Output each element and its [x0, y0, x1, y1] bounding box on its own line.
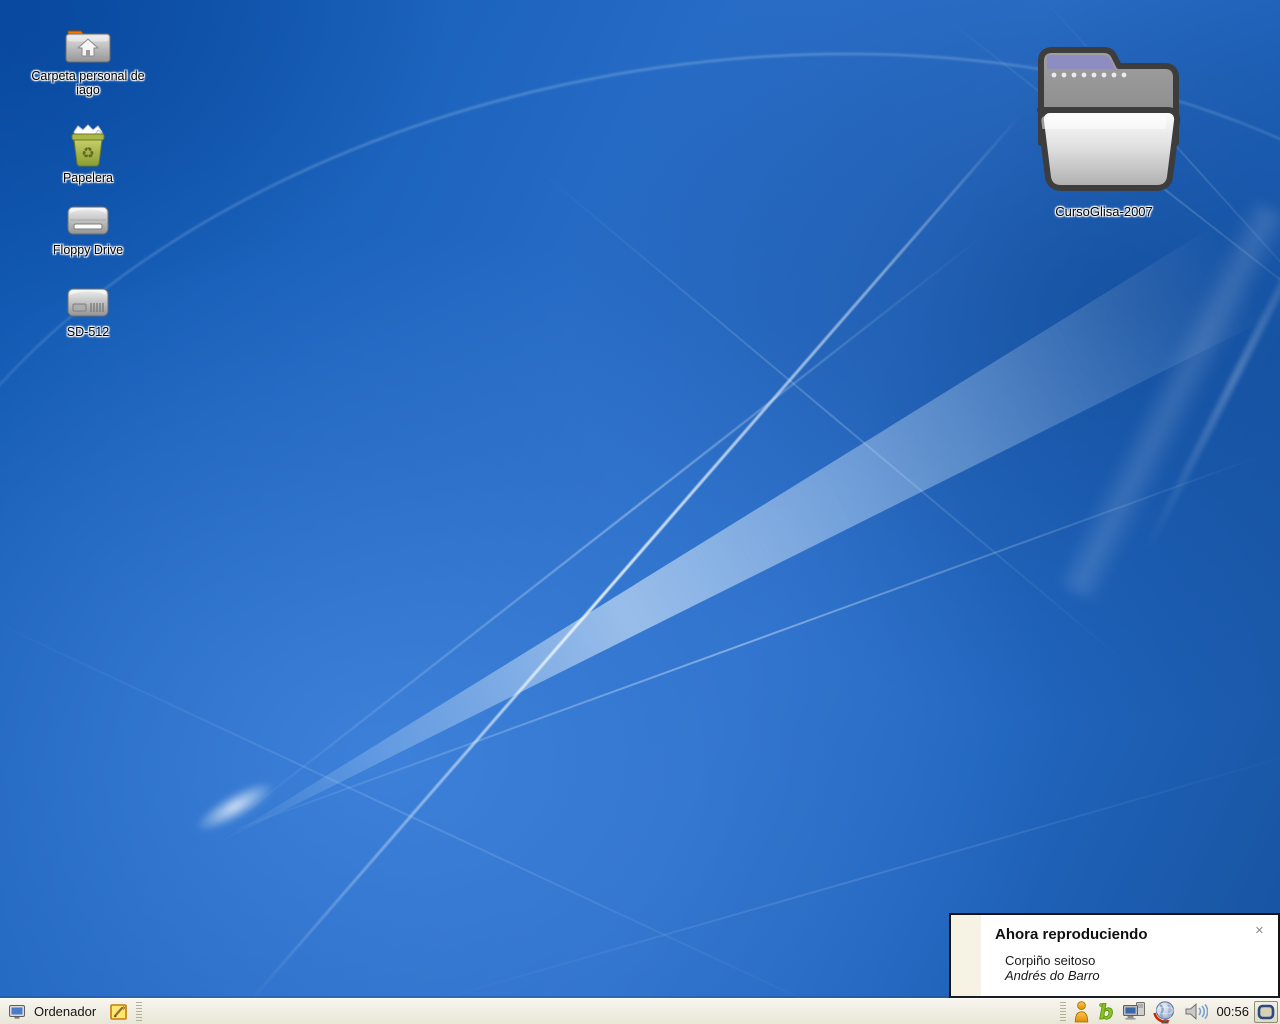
volume-icon	[1184, 1002, 1208, 1021]
wallpaper-streak	[247, 112, 1023, 1005]
floppy-drive-icon	[64, 200, 112, 240]
computer-menu-button[interactable]: Ordenador	[0, 999, 106, 1024]
open-folder-icon	[1018, 40, 1190, 202]
wallpaper-streak	[215, 231, 988, 836]
desktop-icon-label: Floppy Drive	[53, 243, 123, 257]
desktop-icon-hard-drive[interactable]: SD-512	[18, 282, 158, 339]
beagle-search-tray-button[interactable]: b	[1093, 999, 1119, 1024]
globe-updater-tray-button[interactable]	[1149, 999, 1181, 1024]
network-computers-icon	[1122, 1001, 1146, 1022]
globe-updater-icon	[1152, 1000, 1178, 1024]
desktop-icon-trash[interactable]: ♻ Papelera	[18, 120, 158, 185]
computer-icon	[8, 1004, 27, 1020]
network-computers-tray-button[interactable]	[1119, 999, 1149, 1024]
desktop-icon-label: CursoGlisa-2007	[1055, 205, 1153, 220]
svg-text:♻: ♻	[81, 144, 94, 162]
user-presence-icon	[1073, 1001, 1090, 1023]
taskbar: Ordenador b	[0, 998, 1280, 1024]
notification-left-strip	[951, 915, 981, 996]
wallpaper-streak	[1055, 198, 1280, 603]
computer-menu-label: Ordenador	[34, 1004, 96, 1019]
workspace-switcher-icon	[1257, 1004, 1275, 1020]
panel-drag-handle[interactable]	[135, 1002, 143, 1022]
wallpaper-streak	[0, 610, 859, 1024]
wallpaper-streak	[190, 773, 281, 841]
desktop-icon-label: SD-512	[67, 325, 109, 339]
desktop-icon-label: Carpeta personal de iago	[20, 69, 156, 98]
tomboy-notes-button[interactable]	[106, 999, 132, 1024]
clock[interactable]: 00:56	[1211, 1004, 1254, 1019]
notification-popup: Ahora reproduciendo Corpiño seitoso Andr…	[949, 913, 1280, 998]
desktop-icon-open-folder[interactable]: CursoGlisa-2007	[1018, 40, 1190, 220]
desktop-icon-home-folder[interactable]: Carpeta personal de iago	[18, 22, 158, 98]
wallpaper-streak	[539, 170, 1122, 660]
wallpaper-streak	[1142, 194, 1280, 554]
volume-tray-button[interactable]	[1181, 999, 1211, 1024]
notification-track-name: Corpiño seitoso	[1005, 953, 1095, 968]
desktop-icon-label: Papelera	[63, 171, 113, 185]
desktop-icon-floppy-drive[interactable]: Floppy Drive	[18, 200, 158, 257]
workspace-switcher-button[interactable]	[1254, 1001, 1278, 1023]
tomboy-note-icon	[109, 1002, 129, 1022]
user-presence-tray-button[interactable]	[1070, 999, 1093, 1024]
beagle-search-icon: b	[1096, 1001, 1116, 1023]
tray-drag-handle[interactable]	[1059, 1002, 1067, 1022]
wallpaper-streak	[177, 223, 1280, 909]
hard-drive-icon	[64, 282, 112, 322]
home-folder-icon	[62, 22, 114, 66]
close-icon[interactable]: ✕	[1255, 926, 1264, 937]
notification-artist-name: Andrés do Barro	[1005, 968, 1100, 983]
notification-title: Ahora reproduciendo	[995, 926, 1148, 943]
trash-icon: ♻	[65, 120, 111, 168]
wallpaper-streak	[214, 453, 1267, 838]
